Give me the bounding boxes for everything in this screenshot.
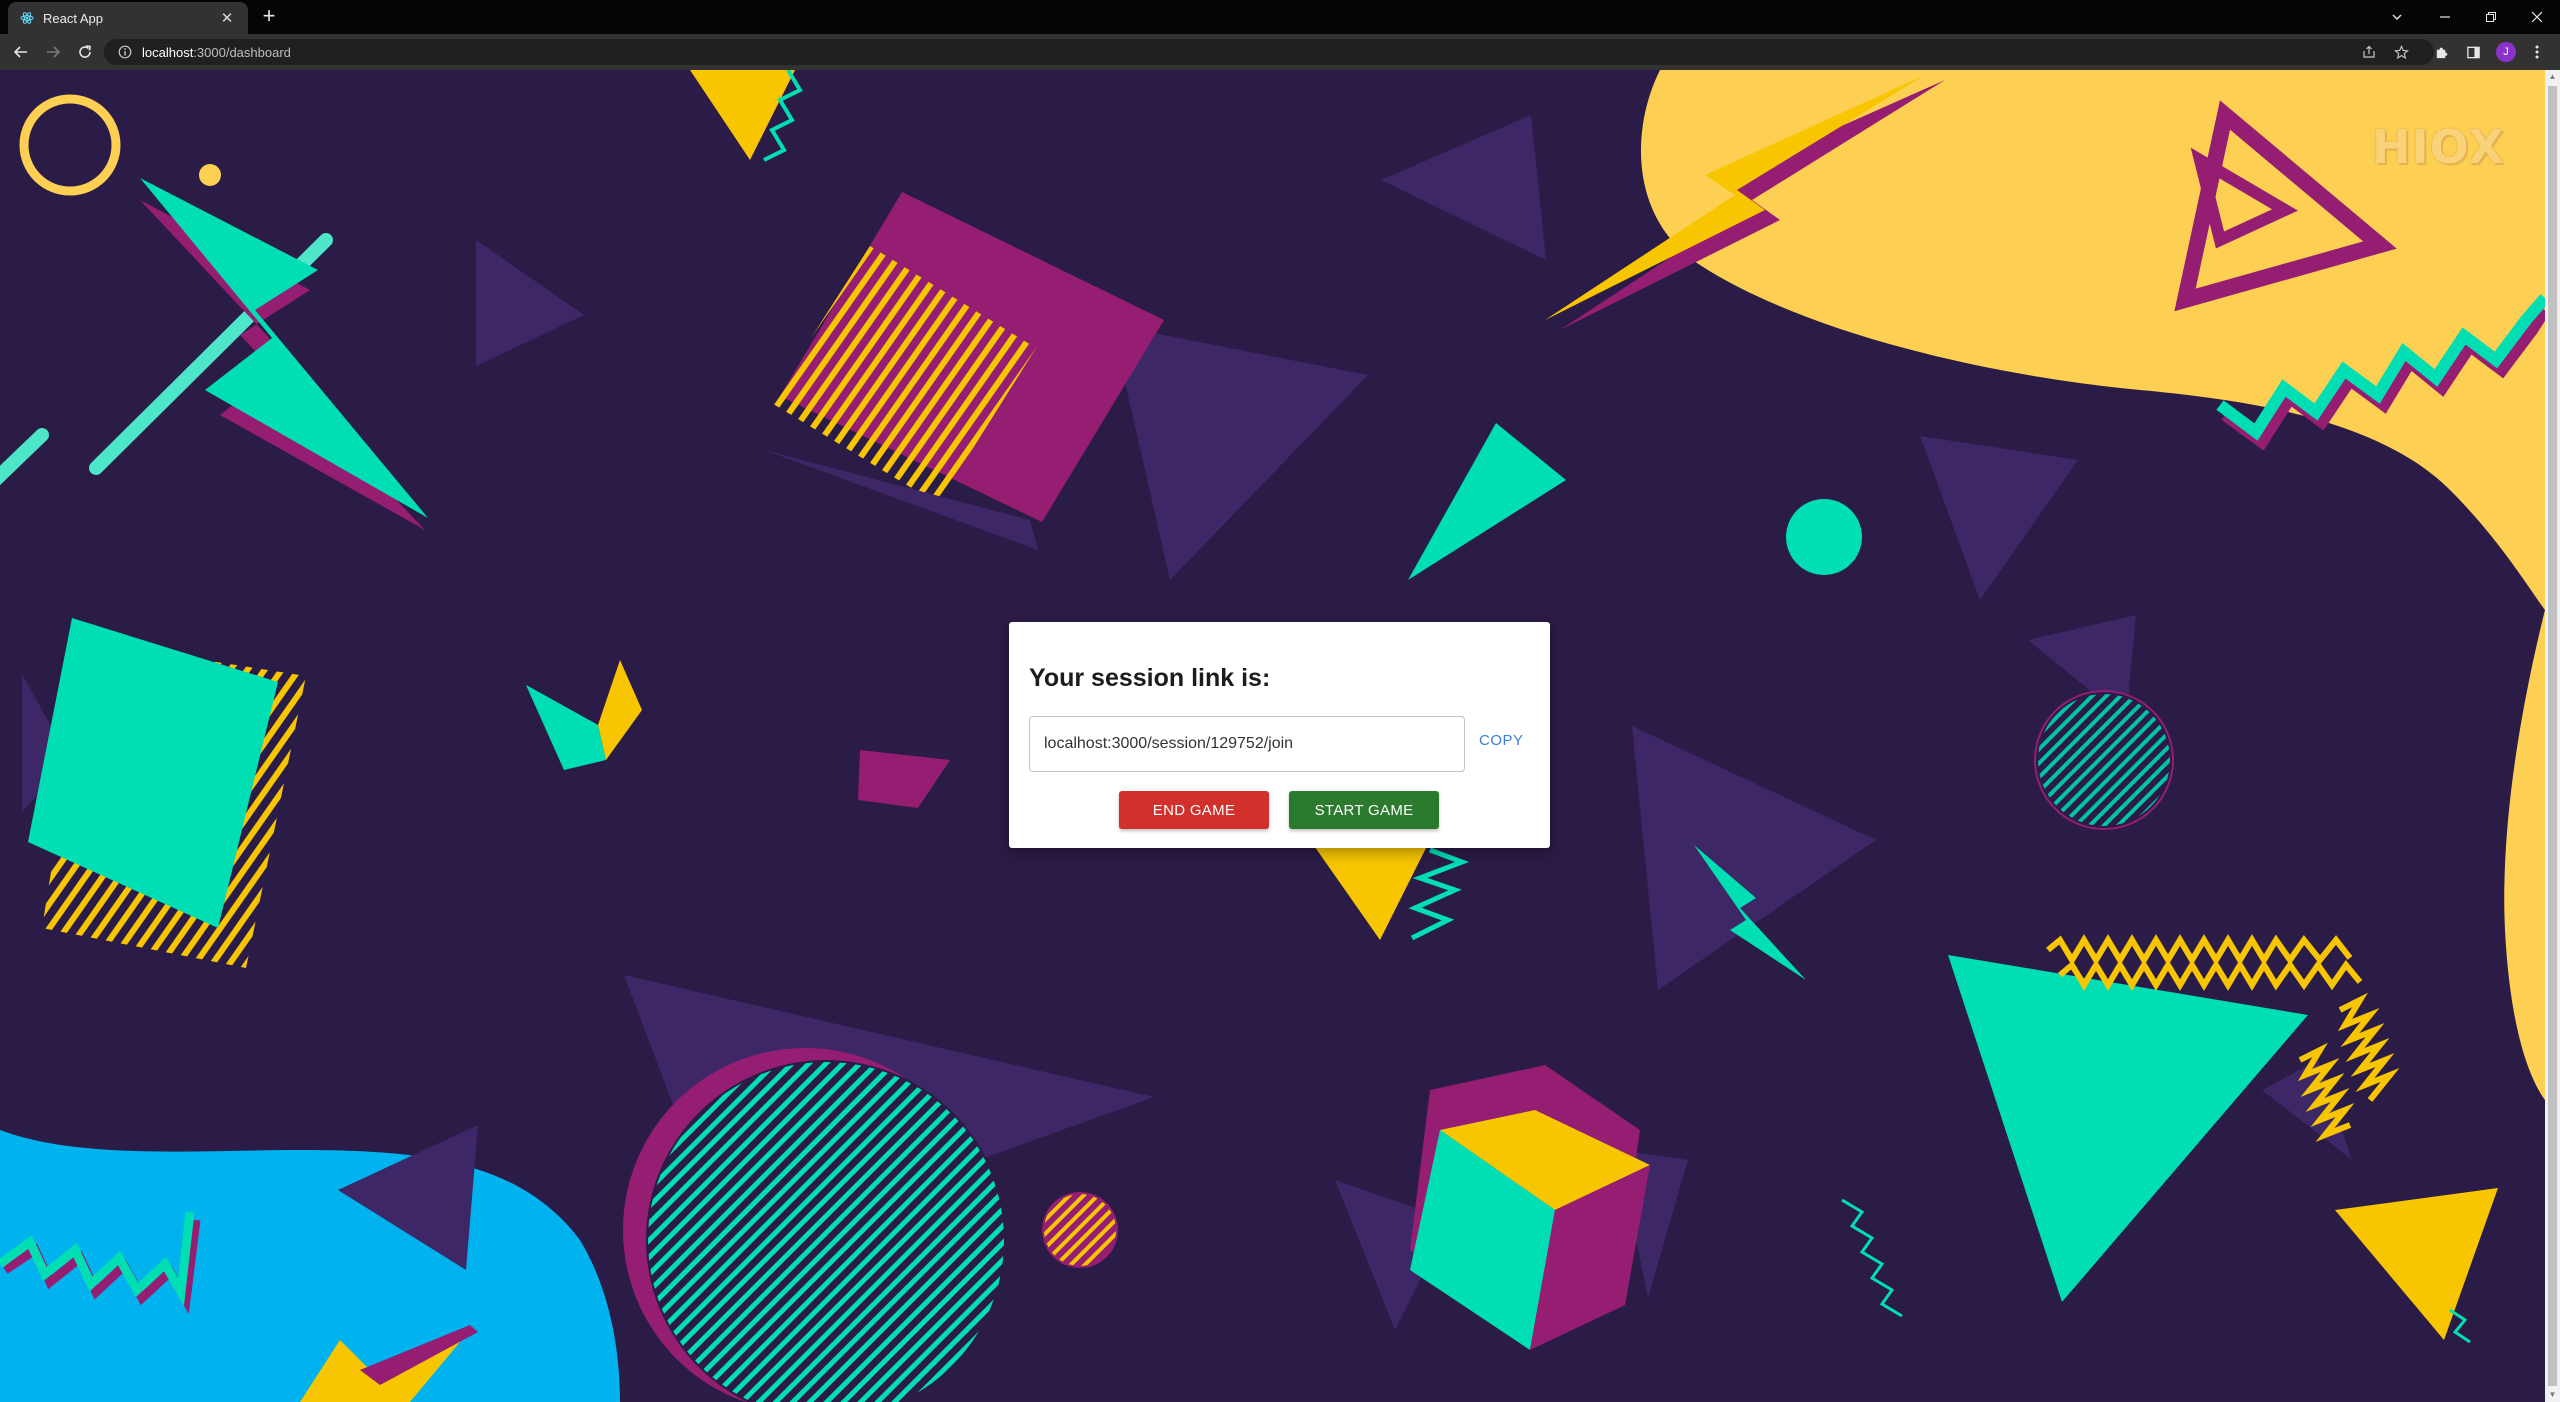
extensions-puzzle-icon[interactable] [2430,41,2452,63]
forward-arrow-icon[interactable] [42,41,64,63]
close-tab-icon[interactable]: ✕ [218,9,236,27]
brand-logo: HIOX [2372,120,2505,174]
browser-tab[interactable]: React App ✕ [8,2,248,34]
url-path: :3000/dashboard [193,44,291,60]
bookmark-star-icon[interactable] [2390,41,2412,63]
back-arrow-icon[interactable] [10,41,32,63]
new-tab-button[interactable]: + [258,5,280,28]
session-link-dialog: Your session link is: COPY END GAME STAR… [1009,622,1550,848]
copy-link-button[interactable]: COPY [1479,732,1524,749]
kebab-menu-icon[interactable] [2526,41,2548,63]
page-scrollbar[interactable]: ▲ ▼ [2545,70,2560,1402]
restore-window-icon[interactable] [2468,0,2514,34]
browser-toolbar: localhost:3000/dashboard J [0,34,2560,70]
url-host: localhost [142,44,194,60]
dialog-title: Your session link is: [1029,664,1271,692]
scroll-up-arrow-icon[interactable]: ▲ [2548,72,2557,82]
end-game-button[interactable]: END GAME [1119,791,1269,829]
scroll-down-arrow-icon[interactable]: ▼ [2548,1390,2557,1400]
side-panel-icon[interactable] [2462,41,2484,63]
share-icon[interactable] [2358,41,2380,63]
react-logo-icon [20,11,34,25]
close-window-icon[interactable] [2514,0,2560,34]
start-game-button[interactable]: START GAME [1289,791,1439,829]
tab-title: React App [43,10,103,26]
page-viewport: HIOX Your session link is: COPY END GAME… [0,70,2545,1402]
scrollbar-thumb[interactable] [2548,86,2557,1386]
session-link-field[interactable] [1029,716,1465,772]
tab-search-icon[interactable] [2374,0,2420,34]
site-info-icon[interactable] [118,45,132,59]
minimize-window-icon[interactable] [2422,0,2468,34]
profile-avatar[interactable]: J [2496,42,2516,62]
address-bar[interactable]: localhost:3000/dashboard [104,39,2434,65]
browser-tab-bar: React App ✕ + [0,0,2560,34]
reload-icon[interactable] [74,41,96,63]
